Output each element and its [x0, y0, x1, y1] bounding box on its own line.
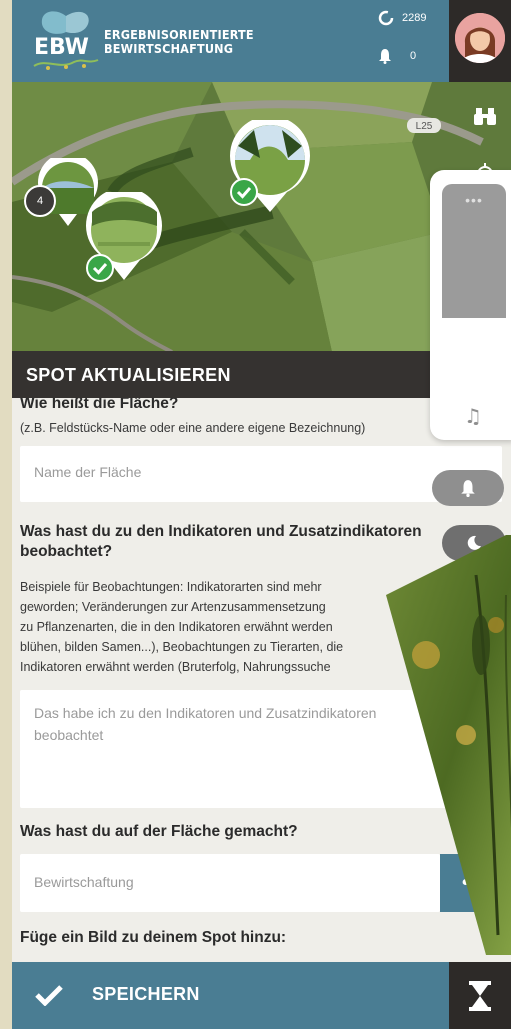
brand-title: ERGEBNISORIENTIERTE BEWIRTSCHAFTUNG: [104, 28, 254, 56]
check-icon: [86, 254, 114, 282]
save-button[interactable]: SPEICHERN: [12, 962, 449, 1029]
field-hint-observations: Beispiele für Beobachtungen: Indikatorar…: [20, 577, 343, 677]
audio-panel: ••• ♫: [430, 170, 511, 440]
save-label: SPEICHERN: [92, 984, 200, 1004]
photo-preview: [386, 535, 511, 955]
observations-hint-line: geworden; Veränderungen zur Artenzusamme…: [20, 600, 326, 614]
field-label-observations: Was hast du zu den Indikatoren und Zusat…: [20, 522, 422, 562]
field-hint-area-name: (z.B. Feldstücks-Name oder eine andere e…: [20, 421, 366, 435]
observations-hint-line: zu Pflanzenarten, die in den Indikatoren…: [20, 620, 333, 634]
volume-slider[interactable]: •••: [442, 184, 506, 394]
check-icon: [230, 178, 258, 206]
field-label-area-name: Wie heißt die Fläche?: [20, 398, 179, 412]
music-note-icon[interactable]: ♫: [464, 404, 482, 428]
management-placeholder: Bewirtschaftung: [34, 874, 134, 890]
bell-icon: [379, 49, 391, 64]
hourglass-icon: [469, 980, 491, 1011]
notification-toggle-button[interactable]: [432, 470, 504, 506]
user-avatar-icon: [455, 13, 505, 63]
observations-hint-line: Beispiele für Beobachtungen: Indikatorar…: [20, 580, 322, 594]
notifications-counter[interactable]: 0: [378, 48, 416, 64]
points-counter[interactable]: 2289: [378, 10, 426, 26]
pin-cluster[interactable]: 4: [24, 185, 56, 217]
management-input[interactable]: Bewirtschaftung: [20, 854, 440, 912]
more-dots-icon: •••: [465, 192, 483, 208]
observations-label-line2: beobachtet?: [20, 543, 113, 560]
road-label: L25: [416, 121, 433, 132]
checkmark-icon: [35, 985, 63, 1006]
points-value: 2289: [402, 12, 427, 24]
app-header: EBW ERGEBNISORIENTIERTE BEWIRTSCHAFTUNG …: [12, 0, 511, 82]
notifications-value: 0: [410, 50, 417, 62]
observations-label-line1: Was hast du zu den Indikatoren und Zusat…: [20, 523, 422, 540]
brand-line2: BEWIRTSCHAFTUNG: [104, 41, 234, 56]
svg-text:EBW: EBW: [34, 35, 89, 60]
ebw-logo[interactable]: EBW: [26, 10, 106, 74]
field-label-management: Was hast du auf der Fläche gemacht?: [20, 823, 298, 840]
bell-icon: [461, 480, 475, 497]
points-ring-icon: [378, 10, 394, 26]
field-label-image: Füge ein Bild zu deinem Spot hinzu:: [20, 929, 287, 946]
brand-line1: ERGEBNISORIENTIERTE: [104, 27, 254, 42]
observations-hint-line: Indikatoren erwähnt werden (Bruterfolg, …: [20, 660, 331, 674]
observations-hint-line: blühen, bilden Samen...), Beobachtungen …: [20, 640, 344, 654]
area-name-input[interactable]: Name der Fläche: [20, 446, 502, 502]
section-title: SPOT AKTUALISIEREN: [26, 365, 231, 385]
app-screen: EBW ERGEBNISORIENTIERTE BEWIRTSCHAFTUNG …: [12, 0, 511, 1029]
timer-button[interactable]: [449, 962, 511, 1029]
binoculars-button[interactable]: [467, 98, 503, 134]
area-name-placeholder: Name der Fläche: [34, 464, 142, 480]
binoculars-icon: [474, 108, 496, 125]
profile-button[interactable]: [449, 0, 511, 82]
avatar: [455, 13, 505, 63]
